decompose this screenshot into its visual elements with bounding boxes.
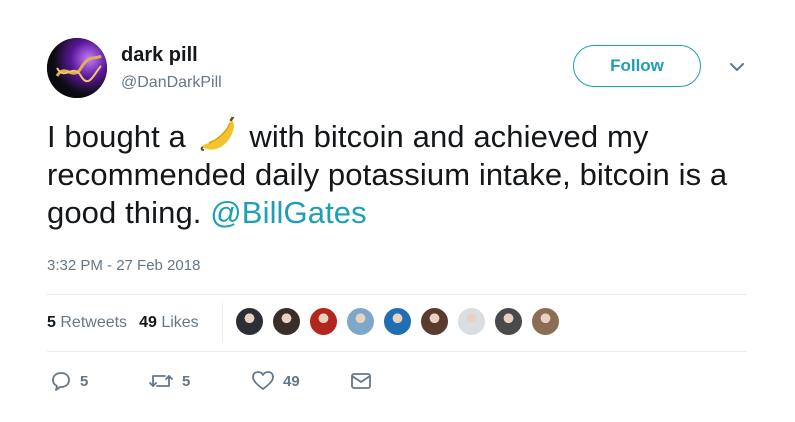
tweet-timestamp[interactable]: 3:32 PM - 27 Feb 2018	[47, 257, 200, 274]
likes-label: Likes	[161, 314, 199, 331]
likes-count: 49	[139, 314, 157, 331]
tweet-text-part1: I bought a	[47, 119, 186, 154]
liker-avatar[interactable]	[457, 307, 486, 336]
reply-icon	[52, 372, 70, 391]
like-count: 49	[283, 372, 300, 390]
liker-avatar[interactable]	[531, 307, 560, 336]
user-avatar[interactable]	[47, 38, 107, 98]
stats-separator	[222, 303, 223, 343]
user-name[interactable]: dark pill	[121, 44, 198, 67]
tweet-stats: 5 Retweets 49 Likes	[47, 314, 199, 332]
like-action[interactable]: 49	[251, 368, 300, 394]
retweet-count: 5	[182, 372, 191, 390]
mention-link[interactable]: @BillGates	[210, 195, 367, 230]
retweet-action[interactable]: 5	[148, 368, 190, 394]
chevron-down-icon[interactable]	[728, 60, 746, 74]
liker-avatar[interactable]	[494, 307, 523, 336]
divider-bottom	[47, 351, 747, 352]
banana-icon	[200, 117, 234, 151]
liker-avatar[interactable]	[346, 307, 375, 336]
tweet-text: I bought a with bitcoin and achieved my …	[47, 117, 767, 232]
liker-avatar[interactable]	[383, 307, 412, 336]
liker-avatar[interactable]	[309, 307, 338, 336]
retweet-icon	[149, 375, 173, 387]
dna-helix-avatar-icon	[47, 38, 107, 98]
liker-avatar[interactable]	[235, 307, 264, 336]
liker-avatar[interactable]	[420, 307, 449, 336]
retweets-stat[interactable]: 5 Retweets	[47, 314, 127, 331]
divider-top	[47, 294, 747, 295]
heart-icon	[252, 371, 274, 390]
reply-count: 5	[80, 372, 89, 390]
envelope-icon	[351, 373, 371, 389]
reply-action[interactable]: 5	[50, 368, 88, 394]
liker-avatar[interactable]	[272, 307, 301, 336]
retweets-count: 5	[47, 314, 56, 331]
retweets-label: Retweets	[60, 314, 128, 331]
tweet-card: dark pill @DanDarkPill Follow I bought a…	[0, 0, 795, 422]
likes-stat[interactable]: 49 Likes	[139, 314, 199, 331]
direct-message-action[interactable]	[350, 368, 372, 394]
user-handle[interactable]: @DanDarkPill	[121, 74, 222, 92]
follow-button[interactable]: Follow	[573, 45, 701, 87]
